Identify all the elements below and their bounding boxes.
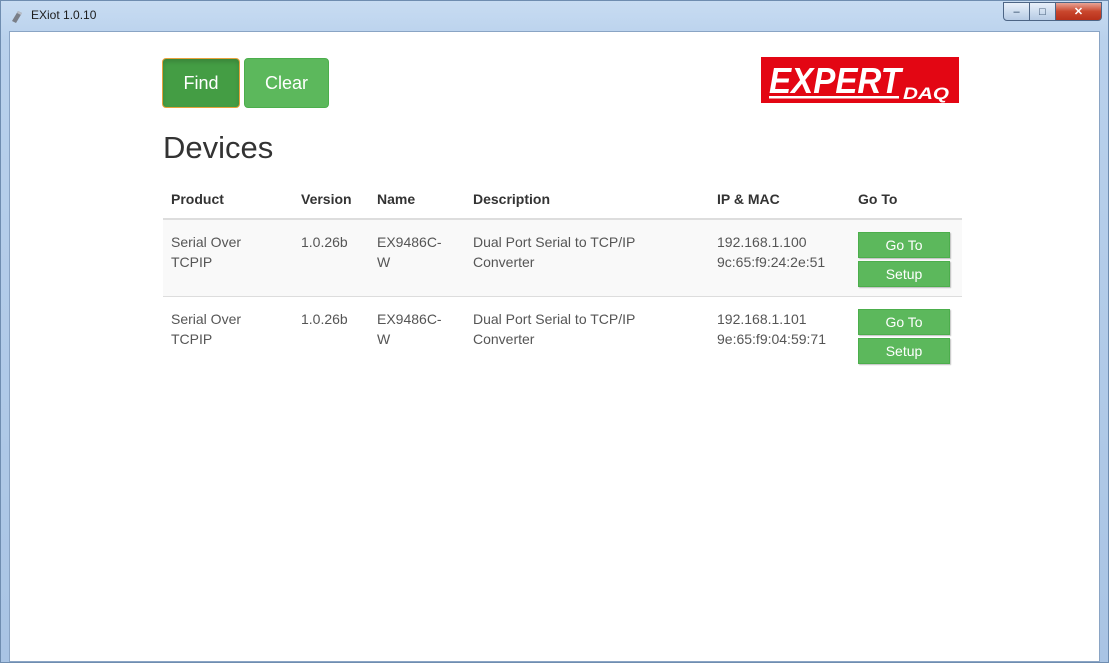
- name-line: W: [377, 331, 391, 347]
- ip-mac-cell: 192.168.1.100 9c:65:f9:24:2e:51: [709, 218, 850, 297]
- description-line: Converter: [473, 254, 535, 270]
- ip-mac-cell: 192.168.1.101 9e:65:f9:04:59:71: [709, 296, 850, 373]
- product-line: TCPIP: [171, 254, 213, 270]
- setup-button[interactable]: Setup: [858, 338, 950, 364]
- mac-address: 9e:65:f9:04:59:71: [717, 331, 826, 347]
- svg-text:DAQ: DAQ: [903, 84, 949, 103]
- table-row: Serial Over TCPIP 1.0.26b EX9486C- W Dual …: [163, 296, 962, 373]
- description-line: Dual Port Serial to TCP/IP: [473, 311, 636, 327]
- minimize-icon: –: [1013, 5, 1020, 18]
- name-cell: EX9486C- W: [369, 218, 465, 297]
- app-window: EXiot 1.0.10 – □ ✕ Find Clear EXPERT DAQ…: [0, 0, 1109, 663]
- actions-cell: Go To Setup: [850, 296, 962, 373]
- col-goto: Go To: [850, 180, 962, 220]
- title-bar[interactable]: EXiot 1.0.10 – □ ✕: [1, 1, 1108, 31]
- col-name: Name: [369, 180, 465, 220]
- close-button[interactable]: ✕: [1056, 2, 1102, 21]
- version-cell: 1.0.26b: [293, 218, 369, 297]
- ip-address: 192.168.1.100: [717, 234, 807, 250]
- devices-table: Product Version Name Description IP & MA…: [163, 180, 962, 373]
- product-cell: Serial Over TCPIP: [163, 296, 293, 373]
- description-cell: Dual Port Serial to TCP/IP Converter: [465, 218, 709, 297]
- maximize-button[interactable]: □: [1030, 2, 1056, 21]
- product-line: Serial Over: [171, 311, 242, 327]
- maximize-icon: □: [1039, 5, 1046, 18]
- table-header-row: Product Version Name Description IP & MA…: [163, 180, 962, 220]
- col-ip-mac: IP & MAC: [709, 180, 850, 220]
- goto-button[interactable]: Go To: [858, 232, 950, 258]
- page-title: Devices: [163, 130, 274, 165]
- col-version: Version: [293, 180, 369, 220]
- ip-address: 192.168.1.101: [717, 311, 807, 327]
- product-line: Serial Over: [171, 234, 242, 250]
- version-cell: 1.0.26b: [293, 296, 369, 373]
- product-cell: Serial Over TCPIP: [163, 218, 293, 297]
- name-line: EX9486C-: [377, 234, 442, 250]
- app-content: Find Clear EXPERT DAQ Devices Product Ve…: [9, 31, 1100, 662]
- name-line: W: [377, 254, 391, 270]
- close-icon: ✕: [1073, 6, 1084, 18]
- window-title: EXiot 1.0.10: [31, 8, 97, 22]
- table-row: Serial Over TCPIP 1.0.26b EX9486C- W Dual …: [163, 218, 962, 297]
- description-line: Converter: [473, 331, 535, 347]
- name-cell: EX9486C- W: [369, 296, 465, 373]
- clear-button[interactable]: Clear: [244, 58, 329, 108]
- col-product: Product: [163, 180, 293, 220]
- setup-button[interactable]: Setup: [858, 261, 950, 287]
- app-icon: [9, 8, 25, 24]
- find-button[interactable]: Find: [162, 58, 240, 108]
- svg-text:EXPERT: EXPERT: [769, 60, 904, 101]
- minimize-button[interactable]: –: [1003, 2, 1030, 21]
- description-cell: Dual Port Serial to TCP/IP Converter: [465, 296, 709, 373]
- product-line: TCPIP: [171, 331, 213, 347]
- actions-cell: Go To Setup: [850, 218, 962, 297]
- description-line: Dual Port Serial to TCP/IP: [473, 234, 636, 250]
- mac-address: 9c:65:f9:24:2e:51: [717, 254, 826, 270]
- name-line: EX9486C-: [377, 311, 442, 327]
- col-description: Description: [465, 180, 709, 220]
- expertdaq-logo: EXPERT DAQ: [761, 57, 959, 103]
- goto-button[interactable]: Go To: [858, 309, 950, 335]
